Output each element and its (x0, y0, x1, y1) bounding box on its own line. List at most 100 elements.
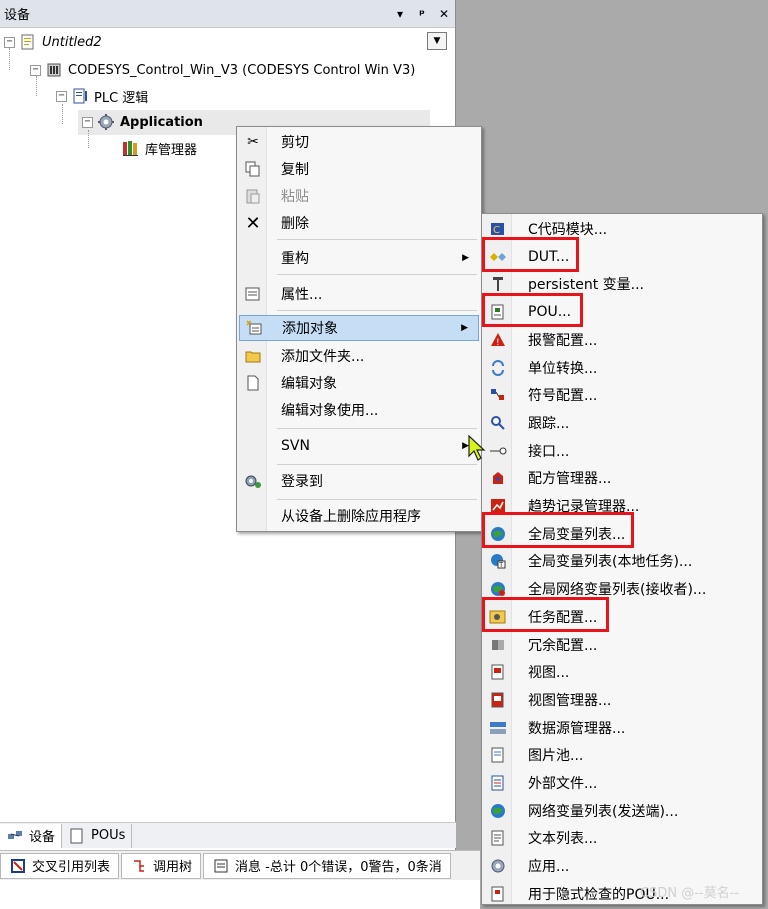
menu-item-properties[interactable]: 属性... (239, 281, 479, 307)
menu-separator (277, 428, 477, 429)
menu-item-label: 配方管理器... (528, 471, 612, 488)
login-icon (243, 471, 263, 491)
menu-item-label: 单位转换... (528, 360, 598, 377)
submenu-arrow-icon: ▶ (462, 253, 469, 263)
panel-menu-button[interactable]: ▾ (389, 7, 411, 21)
project-icon (19, 33, 37, 51)
submenu-item[interactable]: 网络变量列表(发送端)... (484, 798, 760, 824)
alarm-icon: ! (488, 330, 508, 350)
properties-icon (243, 284, 263, 304)
menu-item-label: 全局变量列表(本地任务)... (528, 554, 693, 571)
tab-pous[interactable]: POUs (62, 823, 133, 848)
menu-item-edit-object-usage[interactable]: 编辑对象使用... (239, 397, 479, 423)
tab-label: 交叉引用列表 (32, 860, 111, 875)
menu-item-add-folder[interactable]: 添加文件夹... (239, 343, 479, 369)
close-panel-button[interactable]: ✕ (433, 7, 455, 21)
submenu-item[interactable]: T 全局变量列表(本地任务)... (484, 548, 760, 574)
highlight-box-dut (482, 237, 579, 272)
tab-label: POUs (91, 828, 126, 843)
menu-item-edit-object[interactable]: 编辑对象 (239, 370, 479, 396)
menu-separator (277, 274, 477, 275)
tree-item-library-manager[interactable]: 库管理器 (122, 136, 197, 160)
svg-text:T: T (498, 561, 504, 569)
menu-separator (277, 310, 477, 311)
trace-icon (488, 413, 508, 433)
submenu-item[interactable]: 单位转换... (484, 355, 760, 381)
submenu-item[interactable]: 文本列表... (484, 825, 760, 851)
menu-item-copy[interactable]: 复制 (239, 156, 479, 182)
menu-item-refactor[interactable]: 重构 ▶ (239, 245, 479, 271)
pin-icon[interactable]: ᵖ (411, 7, 433, 21)
visu-icon (488, 662, 508, 682)
menu-item-label: 网络变量列表(发送端)... (528, 803, 679, 820)
menu-item-svn[interactable]: SVN ▶ (239, 433, 479, 459)
tree-item-plc-logic[interactable]: − PLC 逻辑 (56, 84, 148, 108)
copy-icon (243, 159, 263, 179)
tab-crossref[interactable]: 交叉引用列表 (0, 852, 120, 879)
network-var-icon (488, 801, 508, 821)
tree-item-project[interactable]: − Untitled2 (4, 30, 102, 54)
folder-icon (243, 346, 263, 366)
menu-separator (277, 499, 477, 500)
panel-header: 设备 ▾ ᵖ ✕ (0, 0, 455, 28)
menu-item-add-object[interactable]: 添加对象 ▶ (239, 315, 479, 341)
device-icon (45, 61, 63, 79)
c-code-icon: C (488, 219, 508, 239)
highlight-box-pou (482, 293, 583, 327)
context-menu: ✂ 剪切 复制 粘贴 ✕ 删除 重构 ▶ 属性... 添加对象 ▶ 添加文件夹.… (236, 126, 482, 532)
crossref-icon (9, 857, 27, 875)
application-gear-icon (97, 113, 115, 131)
menu-item-label: 复制 (281, 162, 309, 178)
submenu-item[interactable]: 配方管理器... (484, 465, 760, 491)
menu-item-login[interactable]: 登录到 (239, 468, 479, 494)
menu-item-label: 剪切 (281, 135, 309, 151)
submenu-item[interactable]: 接口... (484, 438, 760, 464)
collapse-toggle[interactable]: − (82, 116, 93, 128)
tree-item-device[interactable]: − CODESYS_Control_Win_V3 (CODESYS Contro… (30, 58, 415, 82)
tree-item-label: Untitled2 (42, 34, 102, 50)
menu-item-label: 数据源管理器... (528, 720, 626, 737)
menu-item-cut[interactable]: ✂ 剪切 (239, 129, 479, 155)
submenu-item[interactable]: 外部文件... (484, 770, 760, 796)
menu-item-remove-app[interactable]: 从设备上删除应用程序 (239, 503, 479, 529)
submenu-item[interactable]: 应用... (484, 853, 760, 879)
image-pool-icon (488, 745, 508, 765)
menu-item-label: 重构 (281, 251, 309, 267)
submenu-item[interactable]: ! 报警配置... (484, 327, 760, 353)
menu-item-paste[interactable]: 粘贴 (239, 183, 479, 209)
submenu-item[interactable]: 冗余配置... (484, 632, 760, 658)
submenu-item[interactable]: 视图... (484, 659, 760, 685)
tab-messages[interactable]: 消息 -总计 0个错误，0警告，0条消 (203, 852, 451, 879)
menu-item-delete[interactable]: ✕ 删除 (239, 210, 479, 236)
submenu-item[interactable]: 视图管理器... (484, 687, 760, 713)
tree-item-application[interactable]: − Application (82, 110, 203, 134)
submenu-item[interactable]: 跟踪... (484, 410, 760, 436)
menu-item-label: 编辑对象 (281, 376, 337, 392)
menu-item-label: 符号配置... (528, 388, 598, 405)
menu-item-label: 外部文件... (528, 776, 598, 792)
tab-calltree[interactable]: 调用树 (121, 852, 202, 879)
recipe-icon (488, 468, 508, 488)
submenu-item[interactable]: 图片池... (484, 742, 760, 768)
collapse-toggle[interactable]: − (4, 36, 15, 48)
menu-item-label: 视图... (528, 665, 570, 682)
scissors-icon: ✂ (247, 134, 259, 150)
collapse-toggle[interactable]: − (30, 64, 41, 76)
tab-devices[interactable]: 设备 (0, 823, 63, 848)
menu-item-label: 文本列表... (528, 831, 598, 848)
tree-item-label: 库管理器 (145, 142, 198, 158)
persistent-var-icon (488, 274, 508, 294)
menu-item-label: 从设备上删除应用程序 (281, 509, 421, 525)
collapse-toggle[interactable]: − (56, 90, 67, 102)
submenu-item[interactable]: 符号配置... (484, 382, 760, 408)
panel-dropdown-button[interactable]: ▼ (427, 32, 447, 50)
messages-icon (212, 857, 230, 875)
tree-item-label: CODESYS_Control_Win_V3 (CODESYS Control … (68, 62, 416, 78)
plc-logic-icon (71, 87, 89, 105)
implicit-pou-icon (488, 884, 508, 904)
submenu-item[interactable]: 数据源管理器... (484, 715, 760, 741)
tree-item-label: PLC 逻辑 (94, 90, 149, 106)
application-icon (488, 856, 508, 876)
svg-text:!: ! (496, 338, 500, 348)
svg-text:C: C (493, 225, 500, 236)
